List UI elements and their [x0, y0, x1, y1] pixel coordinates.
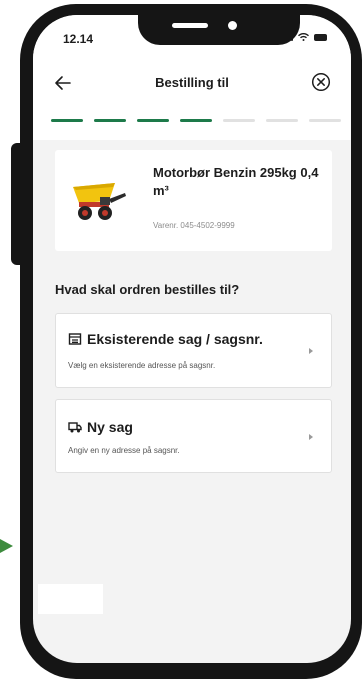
new-case-option[interactable]: Ny sag Angiv en ny adresse på sagsnr.: [55, 399, 332, 473]
step-progress: [51, 119, 341, 122]
option-subtitle: Angiv en ny adresse på sagsnr.: [68, 446, 180, 455]
blank-area: [38, 584, 103, 614]
wifi-icon: [298, 33, 309, 41]
close-circle-icon[interactable]: [311, 72, 331, 92]
battery-icon: [314, 34, 327, 41]
progress-step: [94, 119, 126, 122]
status-time: 12.14: [63, 32, 94, 46]
progress-step: [137, 119, 169, 122]
option-title: Eksisterende sag / sagsnr.: [87, 331, 263, 347]
progress-step: [309, 119, 341, 122]
option-subtitle: Vælg en eksisterende adresse på sagsnr.: [68, 361, 216, 370]
progress-step: [51, 119, 83, 122]
app-screen: 12.14 Bestilling til Motorbør Benzin 295…: [33, 15, 351, 663]
product-name: Motorbør Benzin 295kg 0,4 m³: [153, 165, 319, 198]
header: 12.14 Bestilling til: [33, 15, 351, 140]
product-sku: Varenr. 045-4502-9999: [153, 221, 235, 230]
wheelbarrow-image: [73, 183, 126, 220]
truck-icon: [68, 422, 82, 433]
front-camera: [228, 21, 237, 30]
pointer-arrow-icon: [0, 539, 13, 553]
chevron-right-icon: [309, 434, 313, 440]
phone-notch: [138, 15, 300, 45]
product-card: Motorbør Benzin 295kg 0,4 m³ Varenr. 045…: [55, 150, 332, 251]
address-book-icon: [68, 333, 82, 345]
progress-step: [180, 119, 212, 122]
progress-step: [266, 119, 298, 122]
page-title: Bestilling til: [155, 75, 229, 90]
existing-case-option[interactable]: Eksisterende sag / sagsnr. Vælg en eksis…: [55, 313, 332, 388]
progress-step: [223, 119, 255, 122]
speaker-grill: [172, 23, 208, 28]
chevron-right-icon: [309, 348, 313, 354]
section-title: Hvad skal ordren bestilles til?: [55, 282, 240, 297]
option-title: Ny sag: [87, 419, 133, 435]
